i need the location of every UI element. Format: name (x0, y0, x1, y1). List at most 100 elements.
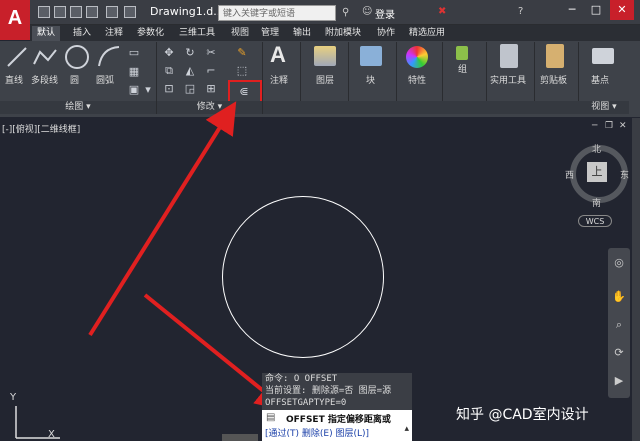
user-icon[interactable]: ☺ (362, 6, 372, 17)
compass-south-label: 南 (592, 199, 602, 209)
block-button-label[interactable]: 块 (366, 73, 375, 86)
circle-button-label[interactable]: 圆 (70, 73, 79, 86)
polyline-icon[interactable] (32, 46, 58, 68)
rotate-icon[interactable]: ↻ (184, 47, 196, 59)
save-as-icon[interactable] (86, 6, 98, 18)
drawn-circle[interactable] (222, 196, 384, 358)
arc-icon[interactable] (96, 44, 122, 70)
viewport-label[interactable]: [-][俯视][二维线框] (2, 122, 80, 135)
command-history: 命令: O OFFSET 当前设置: 删除源=否 图层=源 OFFSETGAPT… (262, 373, 412, 411)
copy-icon[interactable]: ⧉ (163, 65, 175, 77)
layers-icon[interactable] (314, 46, 336, 66)
orbit-icon[interactable]: ⟳ (612, 346, 626, 360)
redo-icon[interactable] (124, 6, 136, 18)
mirror-icon[interactable]: ◭ (184, 65, 196, 77)
circle-icon[interactable] (64, 44, 90, 70)
tab-output[interactable]: 输出 (288, 26, 316, 41)
chevron-down-icon[interactable]: ▾ (142, 84, 154, 96)
exchange-icon[interactable]: ✖ (438, 6, 446, 17)
properties-button-label[interactable]: 特性 (408, 73, 426, 86)
new-file-icon[interactable] (38, 6, 50, 18)
draw-panel-footer[interactable]: 绘图 ▾ (0, 101, 156, 114)
basepoint-button-label[interactable]: 基点 (591, 73, 609, 86)
viewcube-top-face[interactable]: 上 (587, 162, 607, 182)
tab-default[interactable]: 默认 (32, 26, 61, 41)
viewport-restore-button[interactable]: ❐ (605, 121, 613, 131)
ucs-icon (15, 406, 60, 439)
search-input[interactable]: 键入关键字或短语 (218, 5, 336, 21)
annotation-button-label[interactable]: 注释 (270, 73, 288, 86)
clipboard-icon[interactable] (546, 44, 564, 68)
ucs-x-label: X (48, 429, 55, 440)
zoom-icon[interactable]: ⌕ (612, 318, 626, 332)
tab-annotate[interactable]: 注释 (100, 26, 128, 41)
tab-insert[interactable]: 插入 (68, 26, 96, 41)
group-button-label[interactable]: 组 (458, 62, 467, 75)
wcs-menu-button[interactable]: WCS (578, 215, 612, 227)
annotation-icon[interactable]: A (270, 42, 286, 68)
document-title: Drawing1.d... (150, 5, 224, 18)
showmotion-icon[interactable]: ▶ (612, 374, 626, 388)
command-prompt: OFFSET 指定偏移距离或 (286, 415, 391, 425)
layers-button-label[interactable]: 图层 (316, 73, 334, 86)
calculator-icon[interactable] (500, 44, 518, 68)
chevron-up-icon[interactable]: ▴ (404, 424, 409, 434)
properties-icon[interactable] (406, 46, 428, 68)
basepoint-icon[interactable] (592, 48, 614, 64)
login-button[interactable]: 登录 (375, 6, 395, 21)
move-icon[interactable]: ✥ (163, 47, 175, 59)
help-icon[interactable]: ? (518, 6, 523, 17)
command-history-line: 当前设置: 删除源=否 图层=源 (265, 386, 392, 396)
hatch-icon[interactable]: ▦ (128, 66, 140, 78)
vertical-scrollbar[interactable] (632, 118, 640, 441)
modify-panel-footer[interactable]: 修改 ▾ (157, 101, 262, 114)
array-icon[interactable]: ⊞ (205, 83, 217, 95)
tab-view[interactable]: 视图 (226, 26, 254, 41)
scale-icon[interactable]: ◲ (184, 83, 196, 95)
utilities-button-label[interactable]: 实用工具 (490, 73, 526, 86)
trim-icon[interactable]: ✂ (205, 47, 217, 59)
app-logo-button[interactable]: A (0, 0, 30, 40)
command-line[interactable]: OFFSET 指定偏移距离或 [通过(T) 删除(E) 图层(L)] ▴ (262, 410, 412, 441)
panel-footer (263, 101, 579, 114)
watermark: 知乎 @CAD室内设计 (456, 407, 589, 423)
undo-icon[interactable] (106, 6, 118, 18)
arc-button-label[interactable]: 圆弧 (96, 73, 114, 86)
rectangle-icon[interactable]: ▭ (128, 47, 140, 59)
tab-featured-apps[interactable]: 精选应用 (404, 26, 450, 41)
explode-icon[interactable]: ⬚ (236, 65, 248, 77)
command-options[interactable]: [通过(T) 删除(E) 图层(L)] (265, 426, 369, 439)
command-history-line: 命令: O OFFSET (265, 374, 338, 384)
pan-icon[interactable]: ✋ (612, 290, 626, 304)
view-panel-footer[interactable]: 视图 ▾ (579, 101, 629, 114)
compass-west-label: 西 (565, 171, 575, 181)
line-icon[interactable] (6, 46, 28, 68)
stretch-icon[interactable]: ⊡ (163, 83, 175, 95)
close-button[interactable]: ✕ (610, 0, 634, 20)
ucs-y-label: Y (10, 392, 17, 403)
fillet-icon[interactable]: ⌐ (205, 65, 217, 77)
ribbon-tabs: 默认 插入 注释 参数化 三维工具 视图 管理 输出 附加模块 协作 精选应用 (30, 25, 640, 41)
clipboard-button-label[interactable]: 剪贴板 (540, 73, 567, 86)
minimize-button[interactable]: ─ (560, 0, 584, 20)
viewport-minimize-button[interactable]: ─ (592, 121, 597, 131)
polyline-button-label[interactable]: 多段线 (31, 73, 58, 86)
steering-wheel-icon[interactable]: ◎ (612, 256, 626, 270)
line-button-label[interactable]: 直线 (5, 73, 23, 86)
tab-3d-tools[interactable]: 三维工具 (174, 26, 220, 41)
tab-manage[interactable]: 管理 (256, 26, 284, 41)
open-file-icon[interactable] (54, 6, 66, 18)
block-icon[interactable] (360, 46, 382, 66)
save-icon[interactable] (70, 6, 82, 18)
tab-addins[interactable]: 附加模块 (320, 26, 366, 41)
group-icon[interactable] (456, 46, 468, 60)
binoculars-icon[interactable]: ⚲ (342, 7, 349, 18)
viewport-close-button[interactable]: ✕ (619, 121, 627, 131)
layout-tab[interactable] (222, 434, 258, 441)
tab-parametric[interactable]: 参数化 (132, 26, 169, 41)
erase-icon[interactable]: ✎ (236, 47, 248, 59)
compass-east-label: 东 (620, 171, 630, 181)
maximize-button[interactable]: □ (584, 0, 608, 20)
tab-collaborate[interactable]: 协作 (372, 26, 400, 41)
region-icon[interactable]: ▣ (128, 84, 140, 96)
